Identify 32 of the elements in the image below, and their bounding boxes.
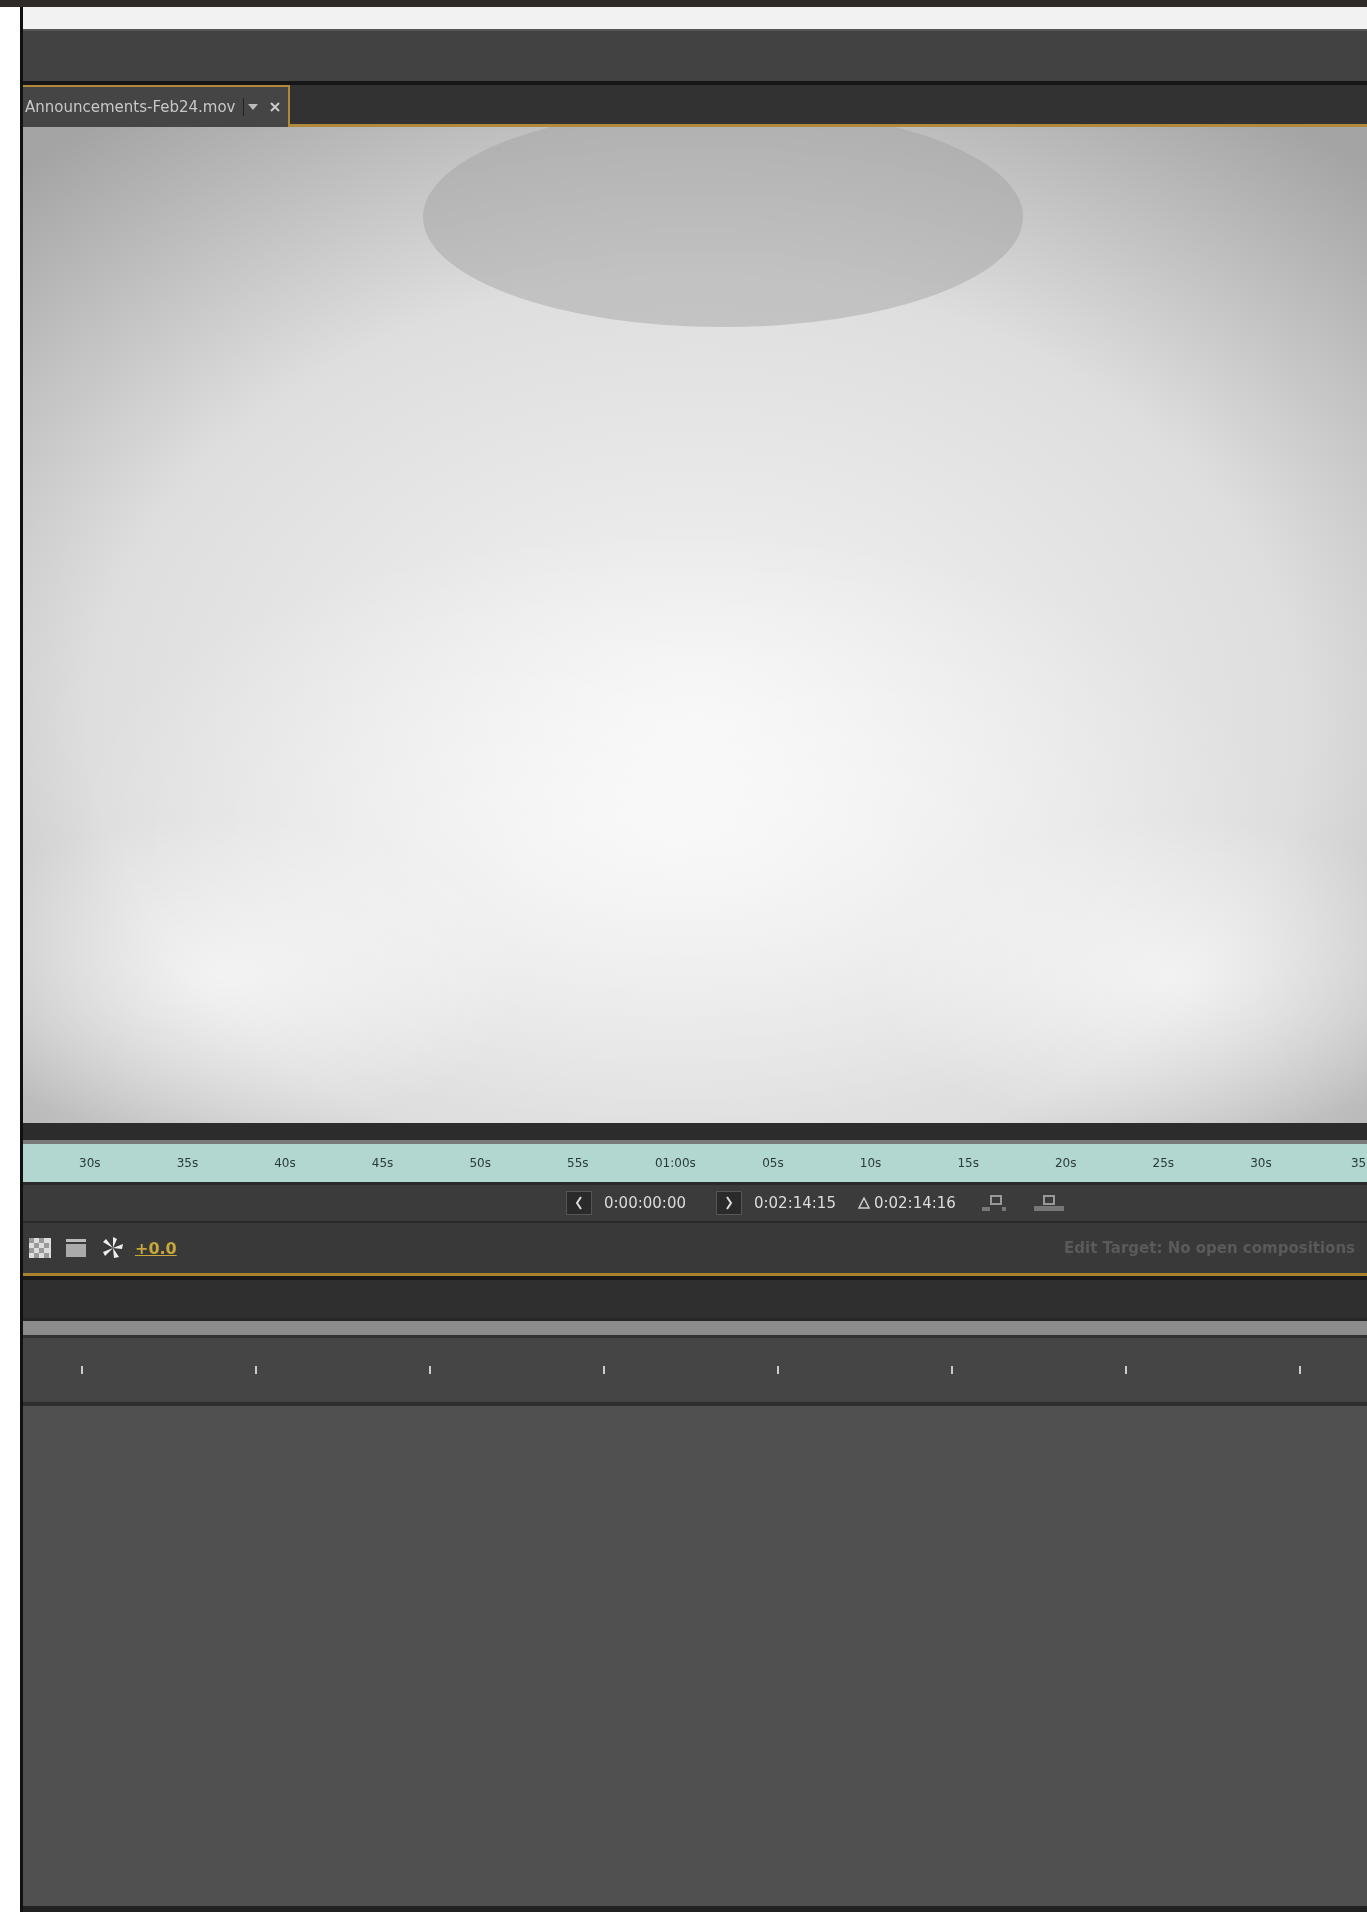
ruler-label: 30s [1249, 1156, 1273, 1170]
safe-margins-icon[interactable] [65, 1238, 87, 1258]
ruler-label: 15s [956, 1156, 980, 1170]
in-point-timecode: 0:00:00:00 [604, 1194, 686, 1212]
ruler-label: 25s [1151, 1156, 1176, 1170]
chevron-left-icon [574, 1196, 584, 1210]
ruler-label: 10s [858, 1156, 883, 1170]
footage-tab[interactable]: Announcements-Feb24.mov [23, 85, 291, 127]
close-icon[interactable] [270, 102, 281, 112]
ruler-label: 05s [761, 1156, 785, 1170]
lift-edit-icon[interactable] [979, 1194, 1008, 1212]
ruler-label: 35 [1349, 1156, 1367, 1170]
checkerboard-icon[interactable] [29, 1238, 51, 1258]
shutter-icon[interactable] [101, 1236, 125, 1260]
chevron-right-icon [723, 1196, 734, 1210]
delta-icon [857, 1197, 870, 1209]
extract-edit-icon[interactable] [1031, 1194, 1066, 1212]
work-area-bar[interactable] [23, 1321, 1367, 1338]
ruler-label: 01:00s [653, 1156, 697, 1170]
out-point-timecode: 0:02:14:15 [753, 1194, 836, 1212]
ruler-label: 55s [566, 1156, 590, 1170]
ruler-label: 30s [78, 1156, 102, 1170]
ruler-label: 20s [1053, 1156, 1078, 1170]
set-out-point-button[interactable] [715, 1191, 742, 1215]
ruler-label: 45s [370, 1156, 395, 1170]
ruler-label: 40s [273, 1156, 297, 1170]
exposure-value[interactable]: +0.0 [135, 1238, 177, 1258]
duration-timecode: 0:02:14:16 [873, 1194, 956, 1212]
set-in-point-button[interactable] [566, 1191, 592, 1215]
time-ruler[interactable]: 30s 35s 40s 45s 50s 55s 01:00s 05s 10s 15s 20s 25s 30s 35 [23, 1144, 1367, 1185]
ruler-label: 50s [468, 1156, 492, 1170]
ruler-label: 35s [175, 1156, 200, 1170]
